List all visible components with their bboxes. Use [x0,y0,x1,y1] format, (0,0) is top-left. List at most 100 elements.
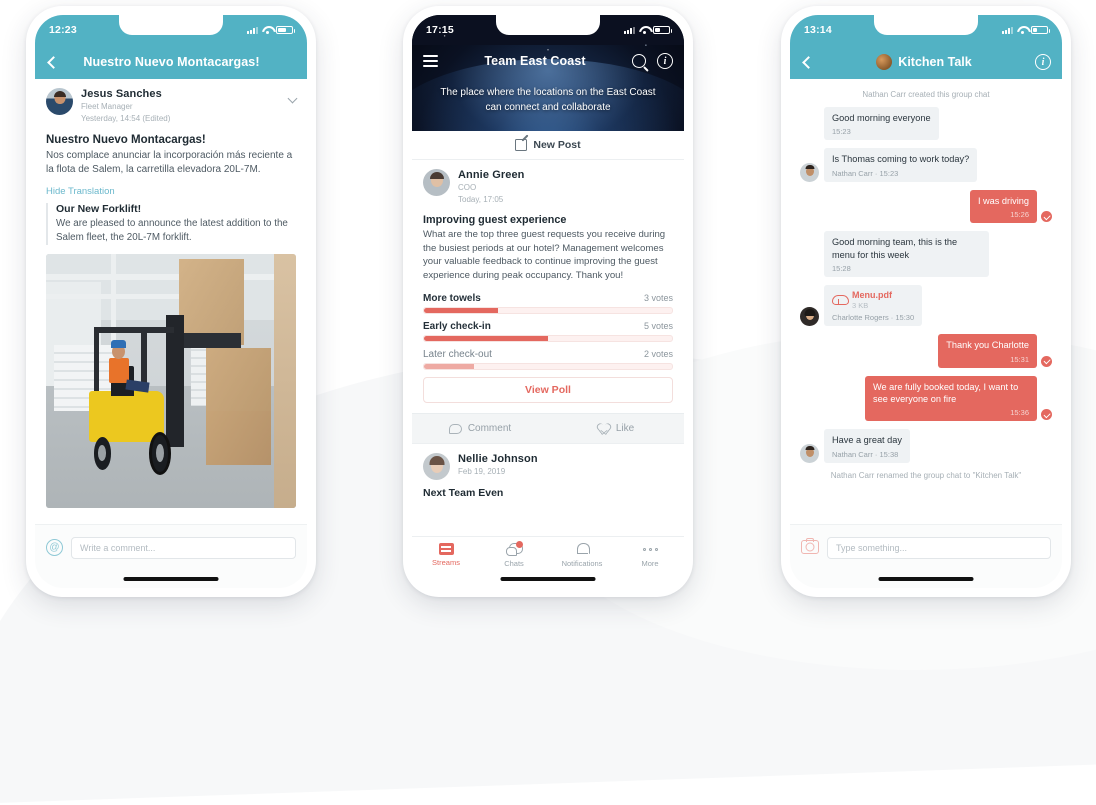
cloud-download-icon[interactable] [832,294,849,307]
message-bubble[interactable]: We are fully booked today, I want to see… [865,375,1052,422]
phone1-content: Jesus Sanches Fleet Manager Yesterday, 1… [35,79,307,588]
stream-title: Team East Coast [484,54,586,68]
message-text: Good morning team, this is the menu for … [832,237,958,260]
message-meta: Nathan Carr · 15:38 [832,449,899,459]
status-indicators [247,25,295,35]
file-size: 3 KB [852,301,869,311]
tab-more[interactable]: More [616,543,684,568]
chat-message: Thank you Charlotte 15:31 [800,334,1052,368]
message-meta: Nathan Carr · 15:23 [832,168,899,178]
poll-option-bar [423,307,673,315]
post-title: Nuestro Nuevo Montacargas! [46,133,206,146]
translation-body: We are pleased to announce the latest ad… [56,217,288,243]
status-time: 13:14 [804,24,832,36]
comment-bubble-icon [448,423,462,434]
post-author-row: Nellie Johnson Feb 19, 2019 [423,453,673,481]
signal-icon [247,26,258,34]
page-title: Nuestro Nuevo Montacargas! [83,55,260,69]
like-button[interactable]: Like [548,423,684,434]
home-indicator [500,577,596,581]
message-bubble[interactable]: Thank you Charlotte 15:31 [938,334,1052,368]
phone-mockup-post-detail: 12:23 Nuestro Nuevo Montacargas! Jesus S… [26,6,316,597]
chat-message: Have a great day Nathan Carr · 15:38 [800,429,1052,463]
message-bubble[interactable]: I was driving 15:26 [969,189,1052,224]
poll-option-votes: 3 votes [643,293,673,304]
message-bubble[interactable]: Good morning everyone 15:23 [824,107,939,141]
poll-option-votes: 5 votes [643,321,673,332]
phone3-notch [874,15,978,35]
group-avatar [876,54,893,70]
poll-option[interactable]: Later check-out 2 votes [423,349,673,371]
feed-post-annie: Annie Green COO Today, 17:05 Improving g… [412,160,684,444]
message-bubble[interactable]: Have a great day Nathan Carr · 15:38 [824,429,910,463]
poll-option-votes: 2 votes [643,349,673,360]
message-bubble[interactable]: Is Thomas coming to work today? Nathan C… [824,148,978,182]
poll-option[interactable]: Early check-in 5 votes [423,321,673,343]
post-body: What are the top three guest requests yo… [423,228,666,282]
post-image-forklift[interactable] [46,253,296,508]
chat-message-file: Menu.pdf 3 KB Charlotte Rogers · 15:30 [800,285,1052,327]
delivered-check-icon [1041,355,1052,367]
tab-label: More [641,559,659,568]
author-name: Nellie Johnson [458,453,538,466]
wifi-icon [262,26,272,34]
system-message: Nathan Carr renamed the group chat to "K… [830,470,1022,480]
hamburger-menu-icon[interactable] [423,55,438,67]
tab-chats[interactable]: Chats [480,541,548,568]
comment-label: Comment [467,423,512,435]
author-name: Annie Green [458,169,525,181]
message-text: Is Thomas coming to work today? [832,154,970,165]
signal-icon [1002,26,1013,34]
message-meta: 15:36 [1010,408,1029,418]
tab-notifications[interactable]: Notifications [548,543,616,568]
avatar [423,453,450,481]
phone2-screen: 17:15 Team East Coast i The place where … [412,15,684,588]
phone2-notch [496,15,600,35]
view-poll-button[interactable]: View Poll [423,377,673,404]
tab-streams[interactable]: Streams [412,543,480,567]
comment-input[interactable]: Write a comment... [71,537,296,559]
chats-icon [506,541,523,556]
author-name: Jesus Sanches [81,88,162,100]
post-title: Improving guest experience [423,213,567,226]
poll-option-bar [423,335,673,343]
info-circle-icon[interactable]: i [657,53,673,69]
hide-translation-link[interactable]: Hide Translation [35,177,307,197]
tab-label: Streams [432,558,460,567]
avatar [800,162,819,182]
status-indicators [1002,25,1050,35]
message-text: Thank you Charlotte [946,340,1029,351]
streams-icon [438,543,454,555]
feed-post-nellie: Nellie Johnson Feb 19, 2019 Next Team Ev… [412,443,684,499]
chat-message: I was driving 15:26 [800,189,1052,224]
file-attachment[interactable]: Menu.pdf 3 KB [832,290,914,310]
new-post-button[interactable]: New Post [412,131,684,160]
wifi-icon [1017,26,1027,34]
at-mention-icon[interactable]: @ [46,539,63,556]
info-circle-icon[interactable]: i [1035,54,1051,70]
phone1-notch [119,15,223,35]
phone-mockup-group-chat: 13:14 Kitchen Talk i Nathan Carr created… [781,6,1071,597]
file-name: Menu.pdf [852,290,892,301]
chat-message-list[interactable]: Nathan Carr created this group chat Good… [790,79,1062,554]
message-meta: Charlotte Rogers · 15:30 [832,313,915,323]
camera-icon[interactable] [801,537,819,554]
message-bubble[interactable]: Menu.pdf 3 KB Charlotte Rogers · 15:30 [824,285,923,327]
poll-option[interactable]: More towels 3 votes [423,293,673,315]
chat-title-group[interactable]: Kitchen Talk [813,54,1035,70]
like-label: Like [615,423,635,435]
chevron-down-icon[interactable] [287,93,298,104]
post-timestamp: Yesterday, 14:54 (Edited) [81,113,171,123]
poll-widget: More towels 3 votes Early check-in 5 vot… [423,293,673,404]
stream-subtitle: The place where the locations on the Eas… [440,87,656,113]
message-bubble[interactable]: Good morning team, this is the menu for … [824,231,989,278]
chat-input[interactable]: Type something... [827,537,1051,559]
avatar [800,307,819,327]
chat-message: Good morning team, this is the menu for … [800,231,1052,278]
post-title: Next Team Even [423,487,504,500]
search-icon[interactable] [632,54,646,68]
battery-icon [1031,25,1050,35]
translation-block: Our New Forklift! We are pleased to anno… [46,202,296,245]
comment-button[interactable]: Comment [412,423,548,434]
status-time: 12:23 [49,24,77,36]
